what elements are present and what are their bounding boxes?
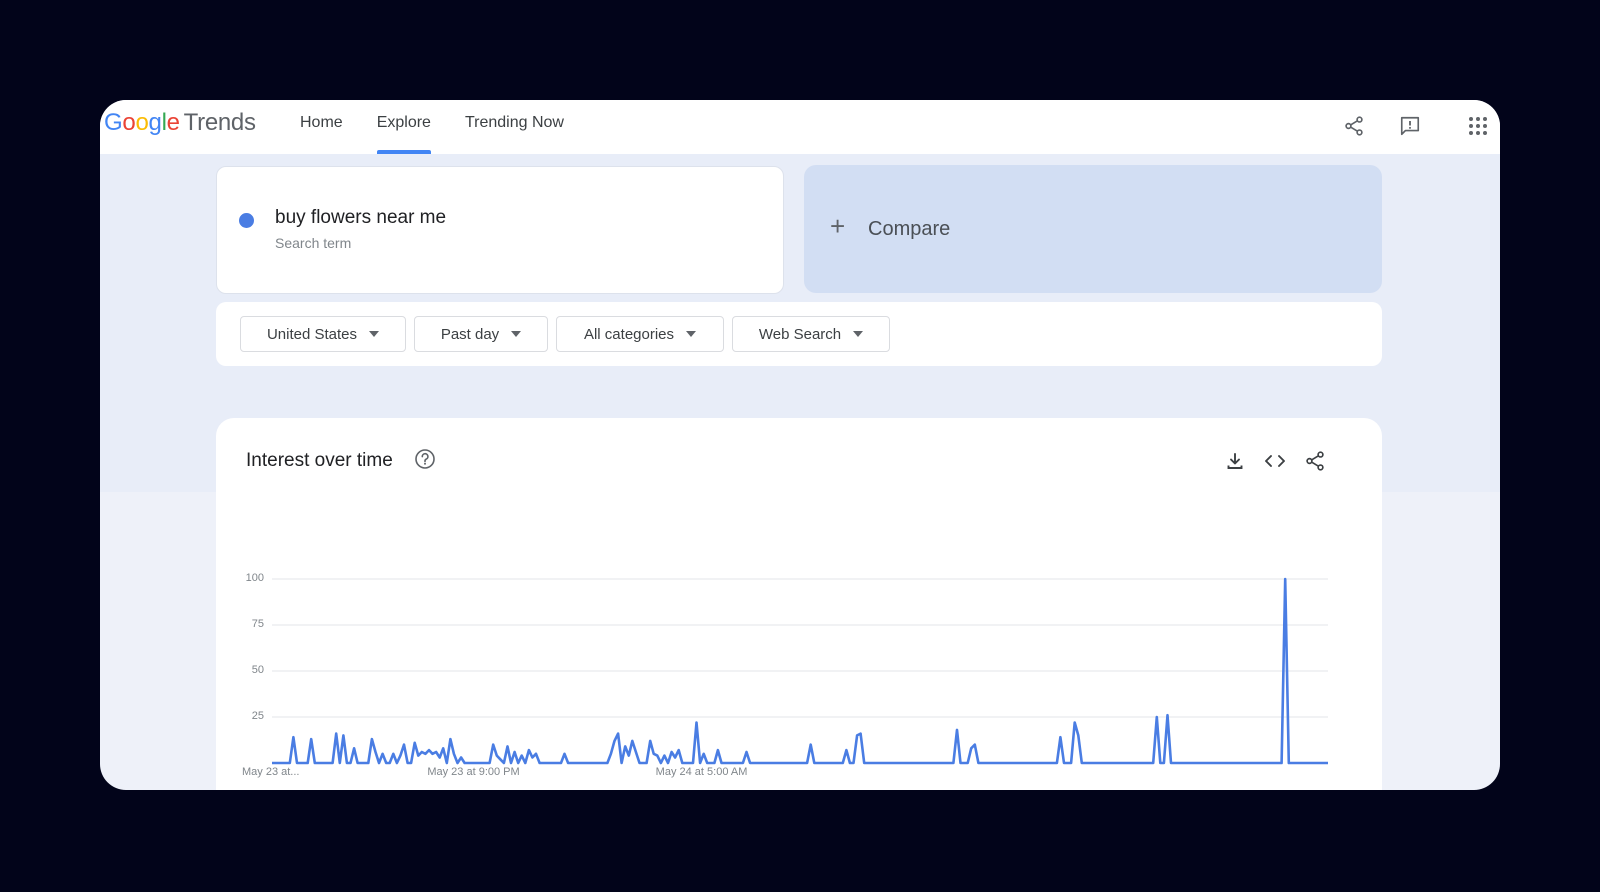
- dropdown-arrow-icon: [686, 331, 697, 337]
- time-range-value: Past day: [440, 325, 500, 343]
- dropdown-arrow-icon: [369, 331, 380, 337]
- logo-letter: g: [148, 109, 162, 136]
- region-value: United States: [266, 325, 358, 343]
- compare-button[interactable]: + Compare: [804, 165, 1382, 293]
- google-trends-logo[interactable]: Google Trends: [104, 109, 256, 137]
- category-value: All categories: [583, 325, 675, 343]
- nav-trending-now[interactable]: Trending Now: [465, 100, 564, 154]
- time-range-dropdown[interactable]: Past day: [414, 316, 548, 352]
- compare-label: Compare: [868, 218, 951, 240]
- logo-letter: o: [122, 109, 136, 136]
- nav-explore[interactable]: Explore: [376, 100, 432, 154]
- logo-letter: o: [135, 109, 149, 136]
- interest-line-chart: [272, 577, 1328, 765]
- dropdown-arrow-icon: [853, 331, 864, 337]
- x-tick-label: May 23 at...: [242, 766, 300, 778]
- dropdown-arrow-icon: [511, 331, 522, 337]
- feedback-icon[interactable]: [1392, 108, 1428, 144]
- apps-grid-icon[interactable]: [1460, 108, 1496, 144]
- interest-over-time-card: Interest over time 100 75 50 25 May 23 a…: [216, 418, 1382, 790]
- logo-letter: G: [104, 109, 123, 136]
- search-term[interactable]: buy flowers near me: [275, 207, 446, 229]
- main-nav: Home Explore Trending Now: [300, 100, 598, 154]
- search-type-value: Web Search: [758, 325, 842, 343]
- search-term-card[interactable]: buy flowers near me Search term: [216, 166, 784, 294]
- filter-bar: United States Past day All categories We…: [216, 302, 1382, 366]
- category-dropdown[interactable]: All categories: [556, 316, 724, 352]
- term-color-dot: [239, 213, 254, 228]
- logo-product-name: Trends: [183, 109, 256, 136]
- plus-icon: +: [830, 211, 846, 241]
- nav-home[interactable]: Home: [300, 100, 343, 154]
- x-tick-label: May 24 at 5:00 AM: [655, 766, 748, 778]
- app-window: Google Trends Home Explore Trending Now b…: [100, 100, 1500, 790]
- region-dropdown[interactable]: United States: [240, 316, 406, 352]
- logo-letter: e: [166, 109, 180, 136]
- x-tick-label: May 23 at 9:00 PM: [427, 766, 520, 778]
- search-type-dropdown[interactable]: Web Search: [732, 316, 890, 352]
- share-icon[interactable]: [1336, 108, 1372, 144]
- top-bar: Google Trends Home Explore Trending Now: [100, 100, 1500, 155]
- search-term-sublabel: Search term: [275, 235, 352, 251]
